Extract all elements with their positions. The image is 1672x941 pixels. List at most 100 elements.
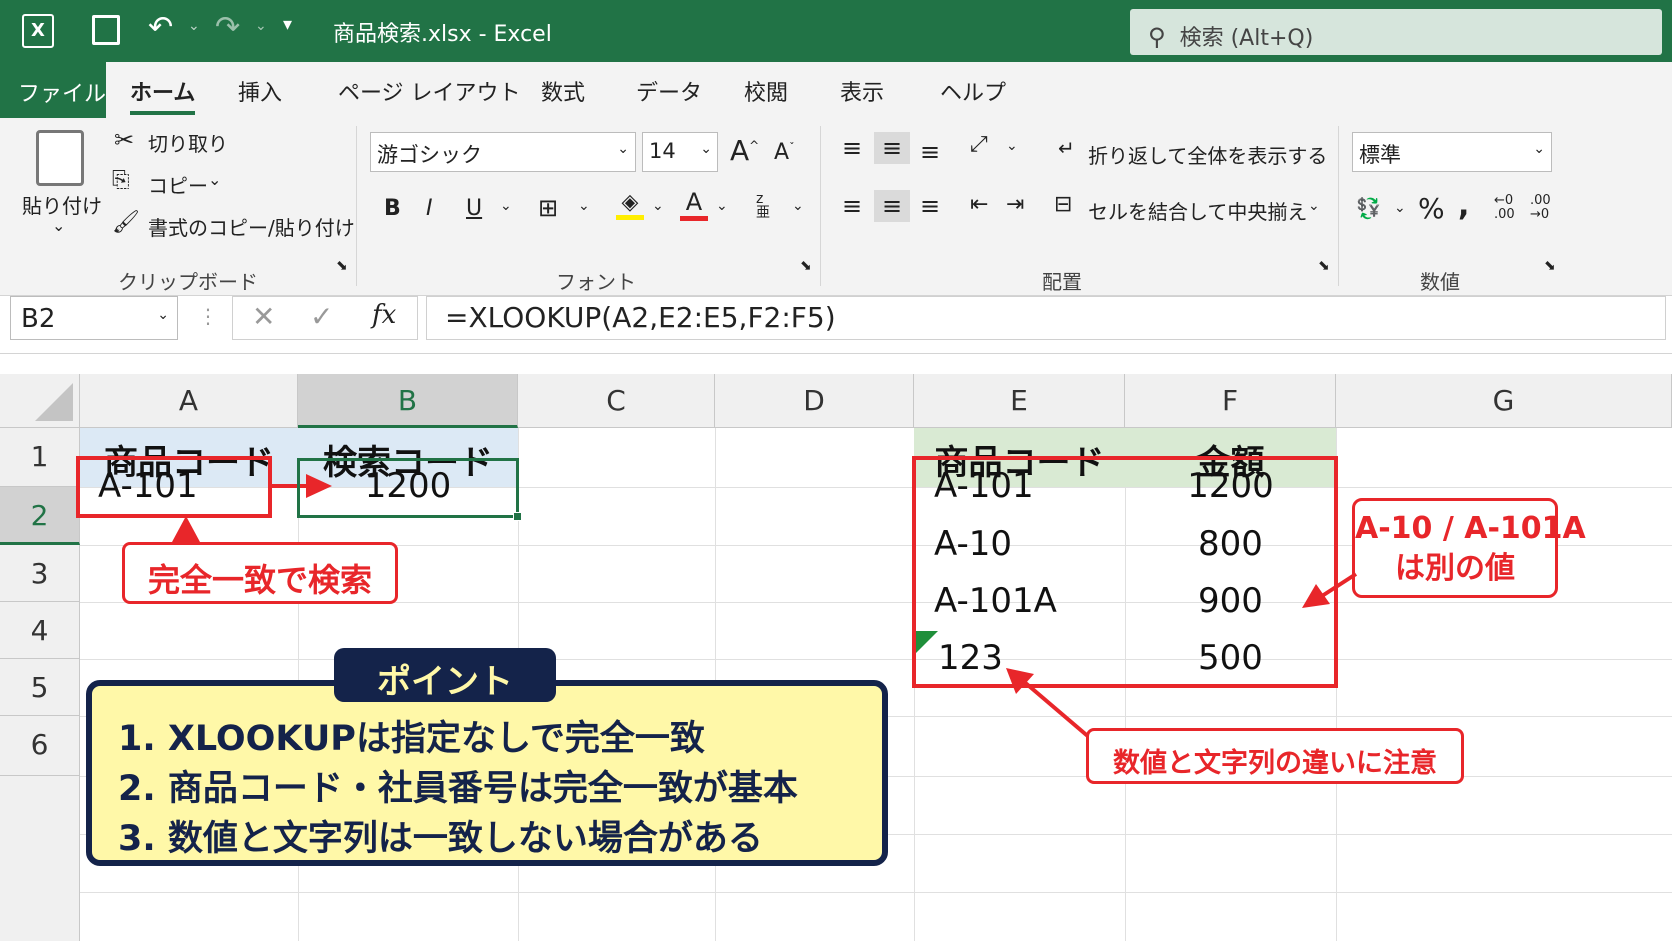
- redo-icon[interactable]: ↷: [215, 10, 240, 45]
- cut-icon[interactable]: ✂: [114, 126, 134, 154]
- save-icon[interactable]: [92, 15, 120, 45]
- point-title: ポイント: [334, 648, 556, 702]
- fill-color-icon[interactable]: ◈: [616, 190, 644, 220]
- point-item-3: 3. 数値と文字列は一致しない場合がある: [118, 819, 763, 859]
- undo-dropdown-icon[interactable]: ⌄: [188, 18, 200, 34]
- fill-dropdown-icon[interactable]: ⌄: [652, 198, 664, 214]
- paste-button[interactable]: 貼り付け: [22, 190, 102, 219]
- group-label-number: 数値: [1420, 270, 1460, 294]
- window-title: 商品検索.xlsx - Excel: [333, 22, 552, 47]
- excel-logo-icon: X: [22, 14, 54, 48]
- increase-indent-icon[interactable]: ⇥: [1006, 192, 1024, 217]
- underline-dropdown-icon[interactable]: ⌄: [500, 198, 512, 214]
- align-right-icon[interactable]: ≡: [920, 192, 940, 220]
- align-top-icon[interactable]: ≡: [842, 134, 862, 162]
- ribbon-tabs: ファイル ホーム 挿入 ページ レイアウト 数式 データ 校閲 表示 ヘルプ: [0, 62, 1672, 118]
- merge-center-button[interactable]: セルを結合して中央揃え: [1088, 196, 1307, 225]
- diff-arrow-head: [1302, 584, 1330, 608]
- tab-home[interactable]: ホーム: [130, 75, 196, 115]
- cut-button[interactable]: 切り取り: [148, 128, 228, 157]
- wrap-text-button[interactable]: 折り返して全体を表示する: [1088, 140, 1327, 169]
- tab-help[interactable]: ヘルプ: [940, 75, 1006, 107]
- diff-arrow-line: [1320, 572, 1358, 598]
- ribbon: 貼り付け ⌄ ✂ 切り取り ⎘ コピー ⌄ 🖌 書式のコピー/貼り付け クリップ…: [0, 118, 1672, 296]
- orientation-icon[interactable]: ⤢: [970, 132, 988, 157]
- align-center-icon[interactable]: ≡: [874, 190, 911, 222]
- tab-insert[interactable]: 挿入: [238, 75, 282, 107]
- title-bar: X ↶ ⌄ ↷ ⌄ ▾ 商品検索.xlsx - Excel ⚲ 検索 (Alt+Q…: [0, 0, 1672, 62]
- borders-icon[interactable]: ⊞: [538, 194, 558, 222]
- tab-view[interactable]: 表示: [840, 75, 884, 107]
- name-box[interactable]: B2 ⌄: [10, 296, 178, 340]
- chevron-down-icon: ⌄: [617, 141, 629, 157]
- phonetic-dropdown-icon[interactable]: ⌄: [792, 198, 804, 214]
- search-box[interactable]: ⚲ 検索 (Alt+Q): [1130, 9, 1662, 55]
- orientation-dropdown-icon[interactable]: ⌄: [1006, 138, 1018, 154]
- decrease-indent-icon[interactable]: ⇤: [970, 192, 988, 217]
- phonetic-icon[interactable]: z亜: [756, 192, 770, 220]
- tab-page-layout[interactable]: ページ レイアウト: [338, 75, 521, 107]
- redo-dropdown-icon[interactable]: ⌄: [255, 18, 267, 34]
- font-size-select[interactable]: 14 ⌄: [642, 132, 718, 172]
- font-color-icon[interactable]: A: [680, 188, 708, 221]
- decrease-font-icon[interactable]: Aˇ: [774, 140, 795, 165]
- font-launcher-icon[interactable]: ⬊: [800, 258, 812, 274]
- alignment-launcher-icon[interactable]: ⬊: [1318, 258, 1330, 274]
- formula-input[interactable]: =XLOOKUP(A2,E2:E5,F2:F5): [426, 296, 1666, 340]
- insert-function-icon[interactable]: fx: [372, 300, 396, 330]
- bold-icon[interactable]: B: [384, 196, 401, 221]
- enter-icon[interactable]: ✓: [310, 300, 333, 333]
- align-left-icon[interactable]: ≡: [842, 192, 862, 220]
- tab-file[interactable]: ファイル: [0, 62, 106, 118]
- font-color-dropdown-icon[interactable]: ⌄: [716, 198, 728, 214]
- more-options-icon[interactable]: ⋮: [198, 304, 218, 328]
- chevron-down-icon: ⌄: [700, 141, 712, 157]
- currency-icon[interactable]: 💱: [1356, 196, 1381, 220]
- undo-icon[interactable]: ↶: [148, 10, 173, 45]
- point-item-2: 2. 商品コード・社員番号は完全一致が基本: [118, 769, 798, 809]
- group-label-font: フォント: [556, 270, 636, 294]
- merge-dropdown-icon[interactable]: ⌄: [1308, 198, 1320, 214]
- comma-icon[interactable]: ,: [1458, 188, 1469, 223]
- merge-center-icon[interactable]: ⊟: [1054, 192, 1072, 217]
- customize-qat-icon[interactable]: ▾: [283, 14, 292, 35]
- number-format-select[interactable]: 標準 ⌄: [1352, 132, 1552, 172]
- copy-dropdown-icon[interactable]: ⌄: [208, 170, 221, 189]
- align-middle-icon[interactable]: ≡: [874, 132, 911, 164]
- increase-font-icon[interactable]: A^: [730, 134, 759, 167]
- currency-dropdown-icon[interactable]: ⌄: [1394, 200, 1406, 216]
- group-label-alignment: 配置: [1042, 270, 1082, 294]
- number-launcher-icon[interactable]: ⬊: [1544, 258, 1556, 274]
- align-bottom-icon[interactable]: ≡: [920, 138, 940, 166]
- point-item-1: 1. XLOOKUPは指定なしで完全一致: [118, 719, 705, 759]
- format-painter-icon[interactable]: 🖌: [112, 210, 140, 235]
- borders-dropdown-icon[interactable]: ⌄: [578, 198, 590, 214]
- tab-review[interactable]: 校閲: [744, 75, 788, 107]
- spreadsheet-grid: A B C D E F G 1 2 3 4 5 6 商品コード 検索コード 商品…: [0, 374, 1672, 941]
- tab-data[interactable]: データ: [636, 75, 702, 107]
- search-icon: ⚲: [1148, 23, 1166, 51]
- callout-numeric-vs-text: 数値と文字列の違いに注意: [1086, 728, 1464, 784]
- copy-icon[interactable]: ⎘: [112, 168, 130, 193]
- copy-button[interactable]: コピー: [148, 170, 208, 199]
- tab-formulas[interactable]: 数式: [541, 75, 585, 107]
- italic-icon[interactable]: I: [426, 196, 433, 221]
- increase-decimal-icon[interactable]: ←0.00: [1494, 194, 1515, 222]
- decrease-decimal-icon[interactable]: .00 →0: [1530, 194, 1551, 222]
- chevron-down-icon: ⌄: [1533, 141, 1545, 157]
- clipboard-launcher-icon[interactable]: ⬊: [336, 258, 348, 274]
- formula-bar: B2 ⌄ ⋮ ✕ ✓ fx =XLOOKUP(A2,E2:E5,F2:F5): [0, 296, 1672, 354]
- underline-icon[interactable]: U: [466, 196, 482, 221]
- group-label-clipboard: クリップボード: [118, 270, 258, 294]
- search-placeholder: 検索 (Alt+Q): [1179, 26, 1314, 51]
- paste-icon[interactable]: [36, 130, 84, 186]
- numeric-arrow-line: [1020, 678, 1092, 740]
- paste-dropdown-icon[interactable]: ⌄: [52, 216, 65, 235]
- numeric-arrow-head: [1006, 668, 1034, 694]
- format-painter-button[interactable]: 書式のコピー/貼り付け: [148, 212, 355, 241]
- cancel-icon[interactable]: ✕: [252, 300, 275, 333]
- wrap-text-icon[interactable]: ↵: [1058, 136, 1075, 160]
- chevron-down-icon: ⌄: [157, 307, 169, 323]
- percent-icon[interactable]: %: [1418, 192, 1445, 225]
- font-name-select[interactable]: 游ゴシック ⌄: [370, 132, 636, 172]
